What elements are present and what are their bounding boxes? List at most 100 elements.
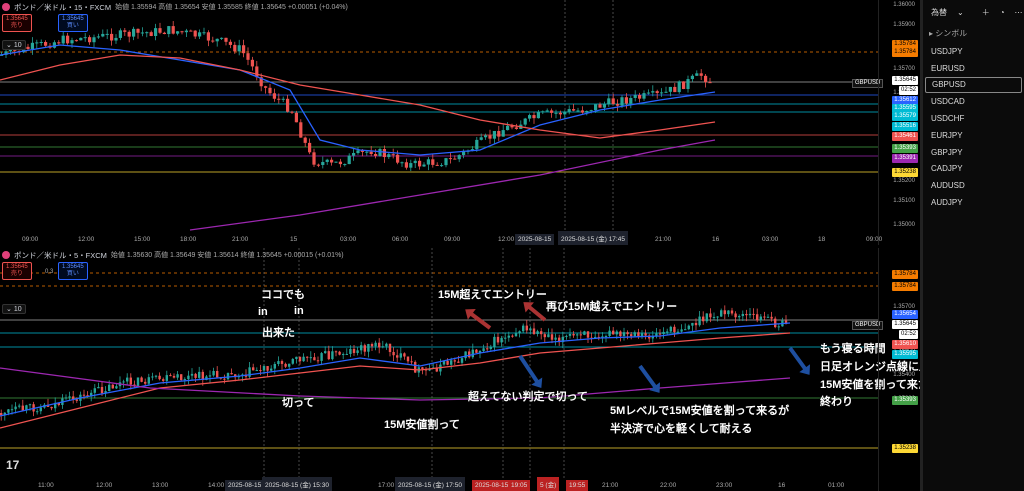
price-tick: 1.35700 bbox=[893, 66, 915, 72]
candle-body bbox=[529, 328, 532, 331]
candle-body bbox=[281, 98, 285, 100]
candle-body bbox=[511, 335, 514, 337]
candle-body bbox=[316, 360, 320, 362]
annotation: 出来た bbox=[262, 327, 295, 339]
candle-body bbox=[431, 159, 435, 165]
candle-body bbox=[396, 355, 399, 358]
time-axis-top[interactable]: 09:00 12:00 15:00 18:00 21:00 15 03:00 06:00 09:… bbox=[0, 231, 882, 245]
candle-body bbox=[70, 40, 74, 44]
time-axis-bottom[interactable]: 11:00 12:00 13:00 14:00 17:00 21:00 22:00 23:00… bbox=[0, 477, 878, 491]
candle-body bbox=[374, 154, 378, 156]
price-label: 1.35238 bbox=[892, 168, 918, 177]
candle-body bbox=[369, 151, 373, 155]
candle-body bbox=[633, 332, 636, 337]
clock-icon[interactable]: ◔ bbox=[1000, 8, 1005, 17]
crosshair-time-label: 2025-08-15 bbox=[225, 480, 265, 491]
candle-body bbox=[363, 345, 366, 352]
time-tick: 09:00 bbox=[444, 236, 461, 243]
chart-symbol[interactable]: ポンド／米ドル・15・FXCM bbox=[14, 2, 111, 13]
candle-body bbox=[440, 165, 444, 167]
watchlist-title[interactable]: 為替 bbox=[931, 7, 947, 18]
candle-body bbox=[525, 325, 528, 331]
price-label: 1.35238 bbox=[892, 444, 918, 453]
tradingview-logo[interactable]: 17 bbox=[6, 458, 19, 472]
candle-body bbox=[770, 316, 773, 319]
add-icon[interactable]: ＋ bbox=[982, 7, 990, 18]
sell-button[interactable]: 1.35645 売り bbox=[2, 14, 32, 32]
candle-body bbox=[602, 104, 606, 108]
time-tick: 12:00 bbox=[78, 236, 95, 243]
symbol-row-eurjpy[interactable]: EURJPY bbox=[923, 127, 1024, 144]
sell-price: 1.35645 bbox=[6, 16, 28, 22]
sell-label: 売り bbox=[10, 271, 23, 277]
annotation-arrow bbox=[526, 304, 547, 322]
lot-size-value: 10 bbox=[13, 42, 22, 49]
candle-body bbox=[406, 356, 410, 362]
buy-label: 買い bbox=[66, 23, 79, 29]
candle-body bbox=[409, 163, 413, 168]
buy-button[interactable]: 1.35645 買い bbox=[58, 262, 88, 280]
ohlc-readout: 始値 1.35630 高値 1.35649 安値 1.35614 終値 1.35… bbox=[110, 252, 344, 259]
price-axis-top[interactable]: 1.360001.359001.358001.357001.356001.355… bbox=[878, 0, 920, 245]
sell-label: 売り bbox=[10, 23, 23, 29]
symbol-row-gbpusd[interactable]: GBPUSD bbox=[925, 76, 1022, 94]
price-label: 1.35516 bbox=[892, 122, 918, 131]
candle-body bbox=[165, 375, 168, 381]
sell-button[interactable]: 1.35645 売り bbox=[2, 262, 32, 280]
symbol-row-eurusd[interactable]: EURUSD bbox=[923, 60, 1024, 77]
candle-body bbox=[367, 344, 370, 352]
time-tick: 21:00 bbox=[232, 236, 249, 243]
time-tick: 16 bbox=[712, 236, 720, 243]
candle-body bbox=[630, 334, 633, 337]
chart-top[interactable]: ポンド／米ドル・15・FXCM 始値 1.35594 高値 1.35654 安値… bbox=[0, 0, 920, 245]
candle-body bbox=[338, 351, 341, 355]
candle-body bbox=[294, 112, 298, 123]
symbol-row-cadjpy[interactable]: CADJPY bbox=[923, 161, 1024, 178]
candle-body bbox=[136, 28, 140, 33]
chart-top-plot[interactable] bbox=[0, 0, 878, 233]
candle-body bbox=[321, 161, 325, 166]
candle-body bbox=[475, 349, 478, 353]
lot-size-input[interactable]: ⌄ 10 bbox=[2, 40, 26, 50]
candle-body bbox=[468, 351, 471, 358]
lot-size-input[interactable]: ⌄ 10 bbox=[2, 304, 26, 314]
candle-body bbox=[622, 332, 626, 336]
candle-body bbox=[475, 139, 479, 150]
price-axis-bottom[interactable]: 1.357001.356001.355001.354001.353001.357… bbox=[878, 248, 920, 491]
symbol-list: USDJPY EURUSD GBPUSD USDCAD USDCHF EURJPY GBPJ… bbox=[923, 43, 1024, 211]
chart-bottom[interactable]: ポンド／米ドル・5・FXCM 始値 1.35630 高値 1.35649 安値 … bbox=[0, 248, 920, 491]
candle-body bbox=[331, 351, 334, 360]
candle-body bbox=[338, 161, 342, 165]
price-label: 02:52 bbox=[898, 86, 918, 95]
candle-body bbox=[273, 364, 276, 369]
candle-body bbox=[709, 313, 712, 318]
candle-body bbox=[543, 334, 546, 338]
candle-body bbox=[93, 388, 96, 393]
candle-body bbox=[122, 381, 125, 383]
candle-body bbox=[126, 377, 129, 382]
chevron-down-icon[interactable]: ⌄ bbox=[957, 8, 964, 17]
symbol-row-gbpjpy[interactable]: GBPJPY bbox=[923, 144, 1024, 161]
symbol-row-audusd[interactable]: AUDUSD bbox=[923, 177, 1024, 194]
annotation: 半決済で心を軽くして耐える bbox=[610, 423, 753, 435]
candle-body bbox=[110, 33, 114, 41]
moving-average-line bbox=[189, 139, 716, 231]
candle-body bbox=[206, 32, 210, 41]
more-icon[interactable]: ⋯ bbox=[1015, 8, 1023, 17]
symbol-row-usdcad[interactable]: USDCAD bbox=[923, 93, 1024, 110]
candle-body bbox=[7, 409, 10, 413]
buy-button[interactable]: 1.35645 買い bbox=[58, 14, 88, 32]
symbol-row-audjpy[interactable]: AUDJPY bbox=[923, 194, 1024, 211]
time-tick: 15 bbox=[290, 236, 298, 243]
symbol-row-usdchf[interactable]: USDCHF bbox=[923, 110, 1024, 127]
candle-body bbox=[154, 28, 158, 37]
annotation: 15M安値割って bbox=[384, 419, 460, 431]
chart-bottom-plot[interactable] bbox=[0, 248, 878, 479]
candle-body bbox=[193, 30, 197, 37]
candle-body bbox=[140, 377, 143, 382]
candle-body bbox=[39, 41, 43, 43]
chart-symbol[interactable]: ポンド／米ドル・5・FXCM bbox=[14, 250, 107, 261]
symbol-row-usdjpy[interactable]: USDJPY bbox=[923, 43, 1024, 60]
candle-body bbox=[418, 160, 422, 167]
candle-body bbox=[28, 404, 32, 406]
